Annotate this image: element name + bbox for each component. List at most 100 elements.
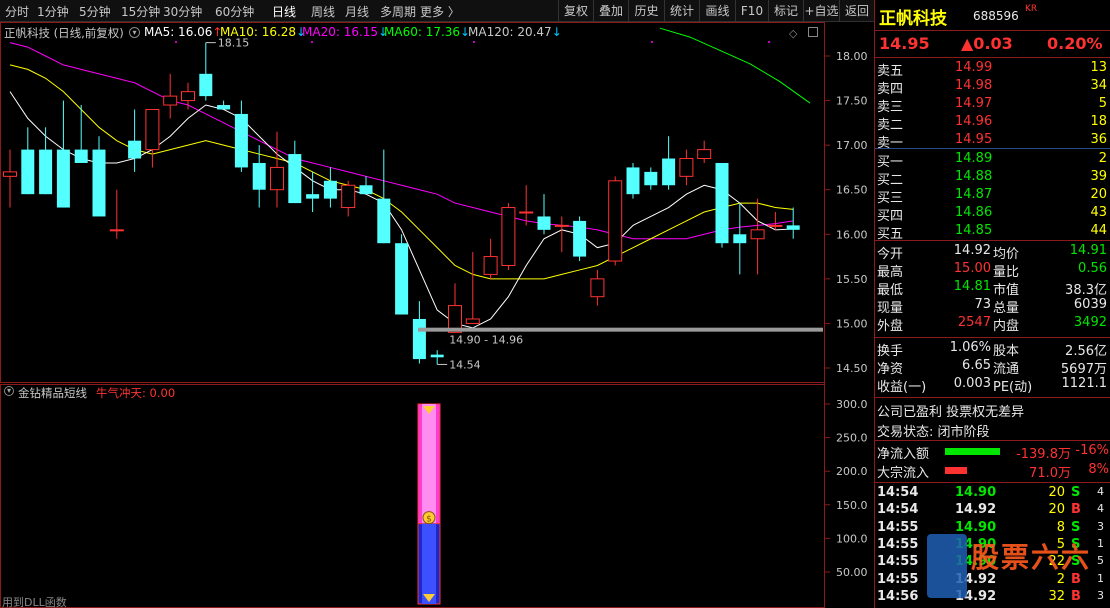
candle <box>733 203 747 275</box>
chevron-down-icon[interactable]: ▾ <box>129 27 140 38</box>
toolbar-button-4[interactable]: 画线 <box>699 0 735 22</box>
toolbar-button-8[interactable]: 返回 <box>839 0 874 22</box>
period-tab-0[interactable]: 分时 <box>5 3 29 20</box>
fund-label: 股本 <box>993 344 1020 359</box>
ask-price: 14.95 <box>955 132 993 147</box>
company-status: 公司已盈利 投票权无差异 <box>877 405 1025 420</box>
candle <box>662 136 676 190</box>
flow-value: -139.8万 <box>1016 447 1071 462</box>
bid-volume: 43 <box>1090 205 1107 220</box>
period-tab-10[interactable]: 更多 〉 <box>420 3 460 20</box>
stat-label: 内盘 <box>993 319 1020 334</box>
ask-row: 卖五 14.99 13 <box>875 60 1110 79</box>
candle <box>3 149 17 208</box>
period-tab-6[interactable]: 日线 <box>272 3 296 20</box>
sub-tick-label: 100.0 <box>836 532 868 545</box>
toolbar-button-7[interactable]: +自选 <box>803 0 839 22</box>
period-tab-5[interactable]: 60分钟 <box>215 3 254 20</box>
candlestick-chart[interactable]: 18.00 17.50 17.00 16.50 16.00 15.50 15.00 14.50… <box>0 22 874 384</box>
separator <box>875 148 1110 149</box>
toolbar-button-5[interactable]: F10 <box>735 0 768 22</box>
tick-time: 14:55 <box>877 571 919 587</box>
ma-arrow-icon: ↓ <box>551 25 562 39</box>
period-tab-4[interactable]: 30分钟 <box>163 3 202 20</box>
range-label: 14.90 - 14.96 <box>449 333 523 346</box>
ma-legend-label: MA10: 16.28 <box>220 25 297 39</box>
ma-legend-item: MA20: 16.15↓ <box>302 25 388 39</box>
indicator-chart[interactable]: 300.0 250.0 200.0 150.0 100.0 50.00 $ <box>0 384 874 608</box>
ask-price: 14.97 <box>955 96 993 111</box>
toolbar-button-1[interactable]: 叠加 <box>593 0 628 22</box>
ask-price: 14.96 <box>955 114 993 129</box>
chevron-down-icon[interactable]: ▾ <box>4 386 14 396</box>
bid-price: 14.87 <box>955 187 993 202</box>
period-tab-1[interactable]: 1分钟 <box>37 3 69 20</box>
sub-tick-label: 250.0 <box>836 432 868 445</box>
bid-label: 买三 <box>877 191 904 206</box>
toolbar-button-6[interactable]: 标记 <box>768 0 803 22</box>
maximize-icon[interactable] <box>808 27 818 37</box>
flow-pct: 8% <box>1088 462 1109 477</box>
candle-body-up <box>181 91 195 102</box>
ask-volume: 34 <box>1090 78 1107 93</box>
ask-label: 卖二 <box>877 118 904 133</box>
bid-label: 买一 <box>877 155 904 170</box>
toolbar-button-3[interactable]: 统计 <box>664 0 699 22</box>
separator <box>875 397 1110 398</box>
period-tab-7[interactable]: 周线 <box>311 3 335 20</box>
candle <box>128 109 142 172</box>
candle-body-up <box>554 224 569 227</box>
ma-legend-item: MA120: 20.47↓ <box>468 25 562 39</box>
sub-tick-label: 200.0 <box>836 465 868 478</box>
tick-time: 14:55 <box>877 536 919 552</box>
period-tab-9[interactable]: 多周期 <box>380 3 416 20</box>
tick-side: S <box>1071 485 1081 500</box>
stat-value: 73 <box>974 297 991 312</box>
stat-value: 6039 <box>1073 297 1107 312</box>
low-label: 14.54 <box>449 358 481 371</box>
flow-bar <box>945 467 967 474</box>
ma-legend-item: MA60: 17.36↓ <box>384 25 470 39</box>
candle-body-up <box>590 278 605 298</box>
period-tab-8[interactable]: 月线 <box>345 3 369 20</box>
y-tick-label: 16.50 <box>836 184 868 197</box>
separator <box>875 30 1110 31</box>
stat-value: 38.3亿 <box>1065 283 1107 298</box>
candle <box>501 203 516 270</box>
stat-value: 15.00 <box>953 261 991 276</box>
y-tick-label: 17.00 <box>836 139 868 152</box>
flow-row: 大宗流入 71.0万 8% <box>875 462 1110 481</box>
tick-volume: 20 <box>1048 502 1065 518</box>
tick-time: 14:54 <box>877 485 919 500</box>
candle-body-down <box>395 243 409 315</box>
candle <box>341 180 356 217</box>
tick-count: 4 <box>1097 485 1104 498</box>
tick-price: 14.90 <box>955 519 997 535</box>
toolbar-button-0[interactable]: 复权 <box>558 0 593 22</box>
ask-row: 卖二 14.96 18 <box>875 114 1110 133</box>
candle-body-up <box>109 229 124 232</box>
candle-body-down <box>359 185 373 195</box>
flow-bar <box>945 448 1000 455</box>
fundamental-row: 净资 6.65 流通 5697万 <box>875 358 1110 377</box>
tick-side: S <box>1071 519 1081 535</box>
stat-value: 14.81 <box>953 279 991 294</box>
ma-legend-label: MA20: 16.15 <box>302 25 379 39</box>
candle-body-down <box>323 180 337 199</box>
stat-label: 最高 <box>877 265 904 280</box>
price-row: 14.95 ▲0.03 0.20% <box>875 34 1110 56</box>
candle-body-down <box>288 154 302 204</box>
fund-value: 5697万 <box>1060 362 1107 377</box>
ask-volume: 13 <box>1090 60 1107 75</box>
fundamental-row: 换手 1.06% 股本 2.56亿 <box>875 340 1110 359</box>
candle <box>234 100 248 172</box>
toolbar-button-2[interactable]: 历史 <box>628 0 664 22</box>
flow-label: 大宗流入 <box>877 466 930 481</box>
period-tab-3[interactable]: 15分钟 <box>121 3 160 20</box>
candle <box>448 283 462 333</box>
separator <box>875 440 1110 441</box>
period-tab-2[interactable]: 5分钟 <box>79 3 111 20</box>
diamond-icon[interactable]: ◇ <box>789 27 797 40</box>
tick-side: B <box>1071 502 1081 518</box>
ask-label: 卖四 <box>877 82 904 97</box>
